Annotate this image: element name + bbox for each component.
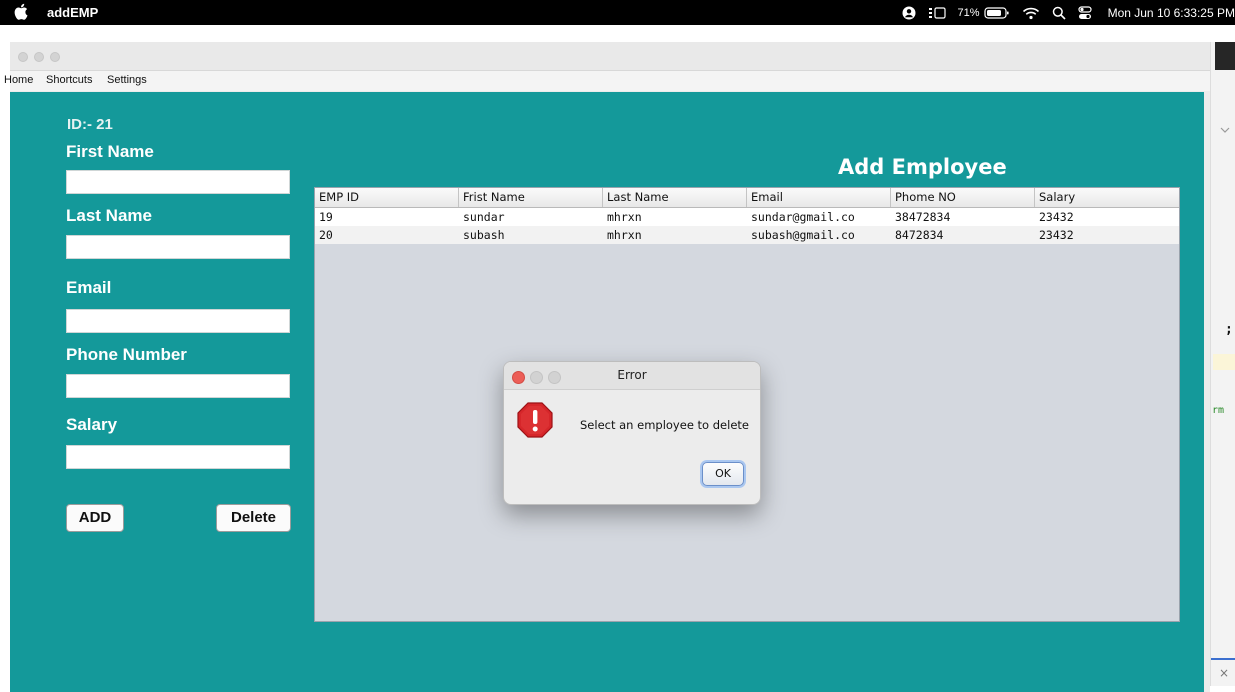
dialog-title: Error [617, 368, 647, 382]
column-header-phone[interactable]: Phome NO [891, 188, 1035, 207]
table-row[interactable]: 20 subash mhrxn subash@gmail.co 8472834 … [315, 226, 1179, 244]
background-window-strip: ; rm × [1210, 42, 1235, 686]
dialog-message: Select an employee to delete [580, 418, 749, 432]
add-button[interactable]: ADD [66, 504, 124, 532]
column-header-salary[interactable]: Salary [1035, 188, 1179, 207]
system-menu-bar: addEMP 71% Mon Jun 10 6:33:25 PM [0, 0, 1235, 25]
stage-manager-icon[interactable] [928, 6, 946, 20]
editor-highlight-line [1213, 354, 1235, 370]
minimize-window-button[interactable] [34, 52, 44, 62]
page-title: Add Employee [838, 155, 1007, 179]
editor-scroll-marker [1211, 658, 1235, 660]
cell-salary: 23432 [1039, 228, 1074, 242]
last-name-field[interactable] [66, 235, 290, 259]
menu-bar-clock[interactable]: Mon Jun 10 6:33:25 PM [1108, 6, 1235, 20]
battery-icon[interactable] [983, 6, 1010, 20]
wifi-icon[interactable] [1022, 6, 1040, 20]
delete-button[interactable]: Delete [216, 504, 291, 532]
apple-logo-icon[interactable] [14, 3, 28, 20]
cell-email: sundar@gmail.co [751, 210, 855, 224]
table-row[interactable]: 19 sundar mhrxn sundar@gmail.co 38472834… [315, 208, 1179, 226]
column-header-emp-id[interactable]: EMP ID [315, 188, 459, 207]
chevron-down-icon[interactable] [1217, 122, 1233, 138]
close-window-button[interactable] [18, 52, 28, 62]
cell-salary: 23432 [1039, 210, 1074, 224]
menu-home[interactable]: Home [4, 74, 33, 86]
cell-email: subash@gmail.co [751, 228, 855, 242]
status-area: 71% Mon Jun 10 6:33:25 PM [902, 0, 1235, 25]
salary-field[interactable] [66, 445, 290, 469]
editor-fragment: rm [1212, 405, 1225, 416]
phone-number-label: Phone Number [66, 345, 187, 364]
control-center-icon[interactable] [1077, 5, 1092, 20]
editor-fragment: ; [1225, 322, 1233, 337]
zoom-window-button[interactable] [50, 52, 60, 62]
menu-settings[interactable]: Settings [107, 74, 147, 86]
last-name-label: Last Name [66, 206, 152, 225]
phone-number-field[interactable] [66, 374, 290, 398]
cell-phone: 38472834 [895, 210, 951, 224]
app-menu-bar: Home Shortcuts Settings [4, 71, 1210, 91]
cell-first-name: subash [463, 228, 505, 242]
active-app-name[interactable]: addEMP [47, 5, 98, 20]
user-icon[interactable] [902, 6, 916, 20]
battery-percentage: 71% [957, 6, 980, 19]
error-dialog: Error Select an employee to delete OK [503, 361, 761, 505]
error-octagon-icon [517, 402, 553, 438]
employee-id-label: ID:- 21 [67, 116, 113, 133]
email-label: Email [66, 278, 112, 297]
ok-button[interactable]: OK [702, 462, 744, 486]
close-icon[interactable]: × [1219, 666, 1229, 680]
cell-emp-id: 20 [319, 228, 333, 242]
column-header-first-name[interactable]: Frist Name [459, 188, 603, 207]
cell-emp-id: 19 [319, 210, 333, 224]
salary-label: Salary [66, 415, 118, 434]
background-window-toolbar [1215, 42, 1235, 70]
table-header: EMP ID Frist Name Last Name Email Phome … [315, 188, 1179, 208]
first-name-label: First Name [66, 142, 154, 161]
cell-phone: 8472834 [895, 228, 944, 242]
cell-last-name: mhrxn [607, 210, 642, 224]
email-field[interactable] [66, 309, 290, 333]
spotlight-search-icon[interactable] [1052, 6, 1066, 20]
column-header-last-name[interactable]: Last Name [603, 188, 747, 207]
window-titlebar[interactable] [10, 42, 1210, 71]
cell-first-name: sundar [463, 210, 505, 224]
first-name-field[interactable] [66, 170, 290, 194]
dialog-titlebar[interactable]: Error [504, 362, 760, 390]
cell-last-name: mhrxn [607, 228, 642, 242]
menu-shortcuts[interactable]: Shortcuts [46, 74, 92, 86]
column-header-email[interactable]: Email [747, 188, 891, 207]
